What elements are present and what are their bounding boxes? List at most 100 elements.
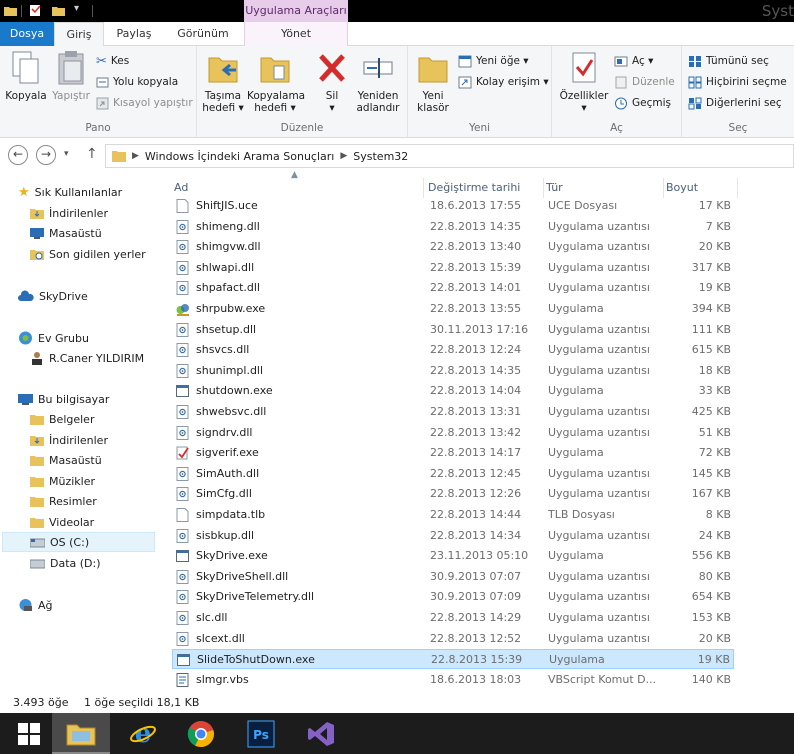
- breadcrumb-system32[interactable]: System32: [353, 150, 408, 163]
- nav-network[interactable]: Ağ: [18, 595, 53, 615]
- start-button[interactable]: [0, 713, 58, 754]
- taskbar-photoshop[interactable]: Ps: [232, 713, 290, 754]
- photoshop-icon: Ps: [247, 720, 275, 747]
- breadcrumb[interactable]: ▶ Windows İçindeki Arama Sonuçları ▶ Sys…: [105, 144, 794, 168]
- file-row[interactable]: shsetup.dll 30.11.2013 17:16 Uygulama uzan…: [172, 320, 734, 340]
- file-row[interactable]: SkyDrive.exe 23.11.2013 05:10 Uygulama 556 …: [172, 546, 734, 566]
- up-arrow-icon[interactable]: ↑: [86, 146, 98, 162]
- folder-icon[interactable]: [4, 4, 17, 17]
- taskbar-explorer[interactable]: [52, 713, 110, 754]
- file-date: 22.8.2013 14:35: [430, 219, 522, 233]
- column-name[interactable]: Ad: [172, 178, 424, 198]
- copy-path-button[interactable]: Yolu kopyala: [96, 73, 178, 91]
- file-row[interactable]: shsvcs.dll 22.8.2013 12:24 Uygulama uzantı…: [172, 340, 734, 360]
- file-row[interactable]: shpafact.dll 22.8.2013 14:01 Uygulama uzan…: [172, 278, 734, 298]
- open-button[interactable]: Aç ▾: [614, 52, 653, 70]
- column-size[interactable]: Boyut: [666, 178, 738, 198]
- properties-icon[interactable]: [29, 4, 42, 17]
- move-to-button[interactable]: Taşıma hedefi ▾: [201, 50, 245, 114]
- star-icon: ★: [18, 184, 30, 200]
- file-row[interactable]: shrpubw.exe 22.8.2013 13:55 Uygulama 394 KB: [172, 299, 734, 319]
- nav-pictures[interactable]: Resimler: [30, 491, 97, 511]
- nav-downloads[interactable]: İndirilenler: [30, 203, 108, 223]
- taskbar-ie[interactable]: e: [114, 713, 172, 754]
- nav-desktop[interactable]: Masaüstü: [30, 223, 102, 243]
- nav-recent[interactable]: Son gidilen yerler: [30, 244, 146, 264]
- history-button[interactable]: Geçmiş: [614, 94, 671, 112]
- paste-button[interactable]: Yapıştır: [50, 50, 92, 102]
- file-row[interactable]: shwebsvc.dll 22.8.2013 13:31 Uygulama uzan…: [172, 402, 734, 422]
- file-row[interactable]: slcext.dll 22.8.2013 12:52 Uygulama uzantı…: [172, 629, 734, 649]
- edit-button[interactable]: Düzenle: [614, 73, 675, 91]
- breadcrumb-search-results[interactable]: Windows İçindeki Arama Sonuçları: [145, 150, 334, 163]
- file-size: 425 KB: [691, 405, 731, 418]
- windows-logo-icon: [18, 722, 40, 745]
- quick-access-dropdown-icon[interactable]: ▾: [74, 3, 79, 14]
- cut-button[interactable]: ✂ Kes: [96, 52, 129, 70]
- file-date: 22.8.2013 15:39: [431, 653, 523, 667]
- nav-drive-d[interactable]: Data (D:): [30, 553, 101, 573]
- file-row[interactable]: sisbkup.dll 22.8.2013 14:34 Uygulama uzant…: [172, 526, 734, 546]
- column-type[interactable]: Tür: [546, 178, 664, 198]
- nav-homegroup[interactable]: Ev Grubu: [18, 328, 89, 348]
- nav-user[interactable]: R.Caner YILDIRIM: [30, 348, 144, 368]
- column-date[interactable]: Değiştirme tarihi: [428, 178, 544, 198]
- file-row[interactable]: simpdata.tlb 22.8.2013 14:44 TLB Dosyası 8 …: [172, 505, 734, 525]
- nav-downloads-pc[interactable]: İndirilenler: [30, 430, 108, 450]
- invert-selection-button[interactable]: Diğerlerini seç: [688, 94, 782, 112]
- tab-file[interactable]: Dosya: [0, 22, 54, 46]
- file-row[interactable]: slc.dll 22.8.2013 14:29 Uygulama uzantısı 1…: [172, 608, 734, 628]
- file-row[interactable]: shlwapi.dll 22.8.2013 15:39 Uygulama uzant…: [172, 258, 734, 278]
- select-none-button[interactable]: Hiçbirini seçme: [688, 73, 787, 91]
- nav-favorites[interactable]: ★ Sık Kullanılanlar: [18, 182, 122, 202]
- new-folder-button[interactable]: Yeni klasör: [412, 50, 454, 114]
- path-icon: [96, 77, 109, 87]
- select-all-button[interactable]: Tümünü seç: [688, 52, 769, 70]
- copy-to-button[interactable]: Kopyalama hedefi ▾: [247, 50, 305, 114]
- file-date: 22.8.2013 14:01: [430, 281, 522, 295]
- file-date: 22.8.2013 14:35: [430, 363, 522, 377]
- back-button[interactable]: ←: [8, 145, 28, 165]
- nav-skydrive[interactable]: SkyDrive: [18, 286, 88, 306]
- title-bar: ▾ Uygulama Araçları Syst: [0, 0, 794, 22]
- file-row[interactable]: SkyDriveShell.dll 30.9.2013 07:07 Uygulama…: [172, 567, 734, 587]
- file-row[interactable]: shimgvw.dll 22.8.2013 13:40 Uygulama uzant…: [172, 237, 734, 257]
- nav-music[interactable]: Müzikler: [30, 471, 95, 491]
- forward-button[interactable]: →: [36, 145, 56, 165]
- taskbar-visual-studio[interactable]: [292, 713, 350, 754]
- nav-thispc[interactable]: Bu bilgisayar: [18, 389, 109, 409]
- nav-drive-c[interactable]: OS (C:): [2, 532, 155, 552]
- taskbar-chrome[interactable]: [172, 713, 230, 754]
- tab-home[interactable]: Giriş: [54, 22, 104, 47]
- recent-locations-dropdown-icon[interactable]: ▾: [64, 149, 69, 159]
- file-size: 111 KB: [691, 322, 731, 336]
- rename-button[interactable]: Yeniden adlandır: [353, 50, 403, 114]
- copy-button[interactable]: Kopyala: [4, 50, 48, 102]
- file-row[interactable]: shimeng.dll 22.8.2013 14:35 Uygulama uzant…: [172, 217, 734, 237]
- scissors-icon: ✂: [96, 53, 107, 69]
- file-size: 145 KB: [691, 466, 731, 480]
- tools-tab-header: Uygulama Araçları: [244, 0, 348, 22]
- tab-view[interactable]: Görünüm: [164, 22, 242, 46]
- new-item-button[interactable]: Yeni öğe ▾: [458, 52, 529, 70]
- file-row[interactable]: SlideToShutDown.exe 22.8.2013 15:39 Uygula…: [172, 649, 734, 670]
- tab-manage[interactable]: Yönet: [244, 22, 348, 46]
- file-row[interactable]: SimAuth.dll 22.8.2013 12:45 Uygulama uzant…: [172, 464, 734, 484]
- file-row[interactable]: sigverif.exe 22.8.2013 14:17 Uygulama 72 KB: [172, 443, 734, 463]
- file-row[interactable]: signdrv.dll 22.8.2013 13:42 Uygulama uzant…: [172, 423, 734, 443]
- tab-share[interactable]: Paylaş: [106, 22, 162, 46]
- nav-desktop-pc[interactable]: Masaüstü: [30, 450, 102, 470]
- file-row[interactable]: ShiftJIS.uce 18.6.2013 17:55 UCE Dosyası 17…: [172, 196, 734, 216]
- file-row[interactable]: shutdown.exe 22.8.2013 14:04 Uygulama 33 KB: [172, 381, 734, 401]
- file-row[interactable]: shunimpl.dll 22.8.2013 14:35 Uygulama uzan…: [172, 361, 734, 381]
- paste-shortcut-button[interactable]: Kısayol yapıştır: [96, 94, 193, 112]
- nav-videos[interactable]: Videolar: [30, 512, 94, 532]
- delete-button[interactable]: Sil ▾: [311, 50, 353, 114]
- properties-button[interactable]: Özellikler ▾: [556, 50, 612, 114]
- easy-access-button[interactable]: Kolay erişim ▾: [458, 73, 549, 91]
- new-folder-icon[interactable]: [52, 4, 65, 17]
- nav-documents[interactable]: Belgeler: [30, 409, 94, 429]
- file-row[interactable]: slmgr.vbs 18.6.2013 18:03 VBScript Komut D…: [172, 670, 734, 690]
- file-row[interactable]: SkyDriveTelemetry.dll 30.9.2013 07:09 Uygu…: [172, 587, 734, 607]
- file-row[interactable]: SimCfg.dll 22.8.2013 12:26 Uygulama uzantı…: [172, 484, 734, 504]
